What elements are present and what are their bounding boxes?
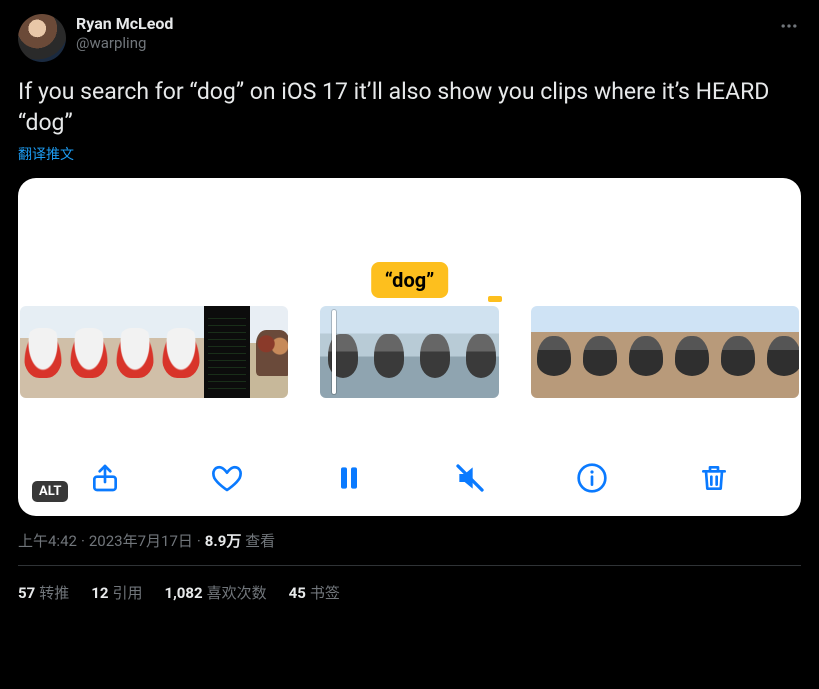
video-timeline[interactable] [18, 306, 801, 398]
timeline-frame [669, 306, 715, 398]
timeline-frame [66, 306, 112, 398]
pause-icon [333, 462, 365, 494]
timeline-frame [250, 306, 288, 398]
like-button[interactable] [211, 462, 243, 494]
views-label: 查看 [245, 532, 275, 550]
search-term-tag: “dog” [371, 262, 449, 298]
stat-bookmarks[interactable]: 45书签 [289, 582, 340, 603]
timeline-frame [20, 306, 66, 398]
views-count[interactable]: 8.9万 [205, 532, 242, 550]
alt-badge[interactable]: ALT [32, 481, 68, 502]
mute-button[interactable] [454, 462, 486, 494]
stat-retweets[interactable]: 57转推 [18, 582, 69, 603]
translate-link[interactable]: 翻译推文 [18, 144, 74, 164]
playhead-marker [488, 296, 502, 302]
avatar[interactable] [18, 14, 66, 62]
speaker-muted-icon [454, 462, 486, 494]
stat-likes[interactable]: 1,082喜欢次数 [164, 582, 266, 603]
timeline-frame [158, 306, 204, 398]
tweet-header: Ryan McLeod @warpling [18, 14, 801, 62]
timeline-frame [531, 306, 577, 398]
display-name[interactable]: Ryan McLeod [76, 14, 173, 34]
timeline-frame [761, 306, 799, 398]
timeline-frame [458, 306, 499, 398]
tweet-time[interactable]: 上午4:42 [18, 532, 77, 550]
timeline-frame [412, 306, 458, 398]
timeline-frame [366, 306, 412, 398]
share-icon [89, 462, 121, 494]
tweet-stats: 57转推 12引用 1,082喜欢次数 45书签 [18, 566, 801, 603]
timeline-frame [715, 306, 761, 398]
timeline-frame [320, 306, 366, 398]
stat-quotes[interactable]: 12引用 [91, 582, 142, 603]
more-button[interactable] [773, 10, 805, 46]
delete-button[interactable] [698, 462, 730, 494]
timeline-frame [577, 306, 623, 398]
media-attachment[interactable]: “dog” [18, 178, 801, 516]
handle[interactable]: @warpling [76, 34, 173, 53]
media-toolbar [18, 462, 801, 494]
timeline-frame [112, 306, 158, 398]
trash-icon [698, 462, 730, 494]
clip-group-active[interactable] [320, 306, 499, 398]
info-icon [576, 462, 608, 494]
tweet-meta: 上午4:42·2023年7月17日·8.9万 查看 [18, 530, 801, 551]
tweet-date[interactable]: 2023年7月17日 [89, 532, 193, 550]
tweet-text: If you search for “dog” on iOS 17 it’ll … [18, 76, 801, 138]
clip-group[interactable] [531, 306, 799, 398]
timeline-frame [204, 306, 250, 398]
pause-button[interactable] [333, 462, 365, 494]
heart-icon [211, 462, 243, 494]
timeline-frame [623, 306, 669, 398]
tweet: Ryan McLeod @warpling If you search for … [0, 0, 819, 603]
clip-group[interactable] [20, 306, 288, 398]
info-button[interactable] [576, 462, 608, 494]
share-button[interactable] [89, 462, 121, 494]
